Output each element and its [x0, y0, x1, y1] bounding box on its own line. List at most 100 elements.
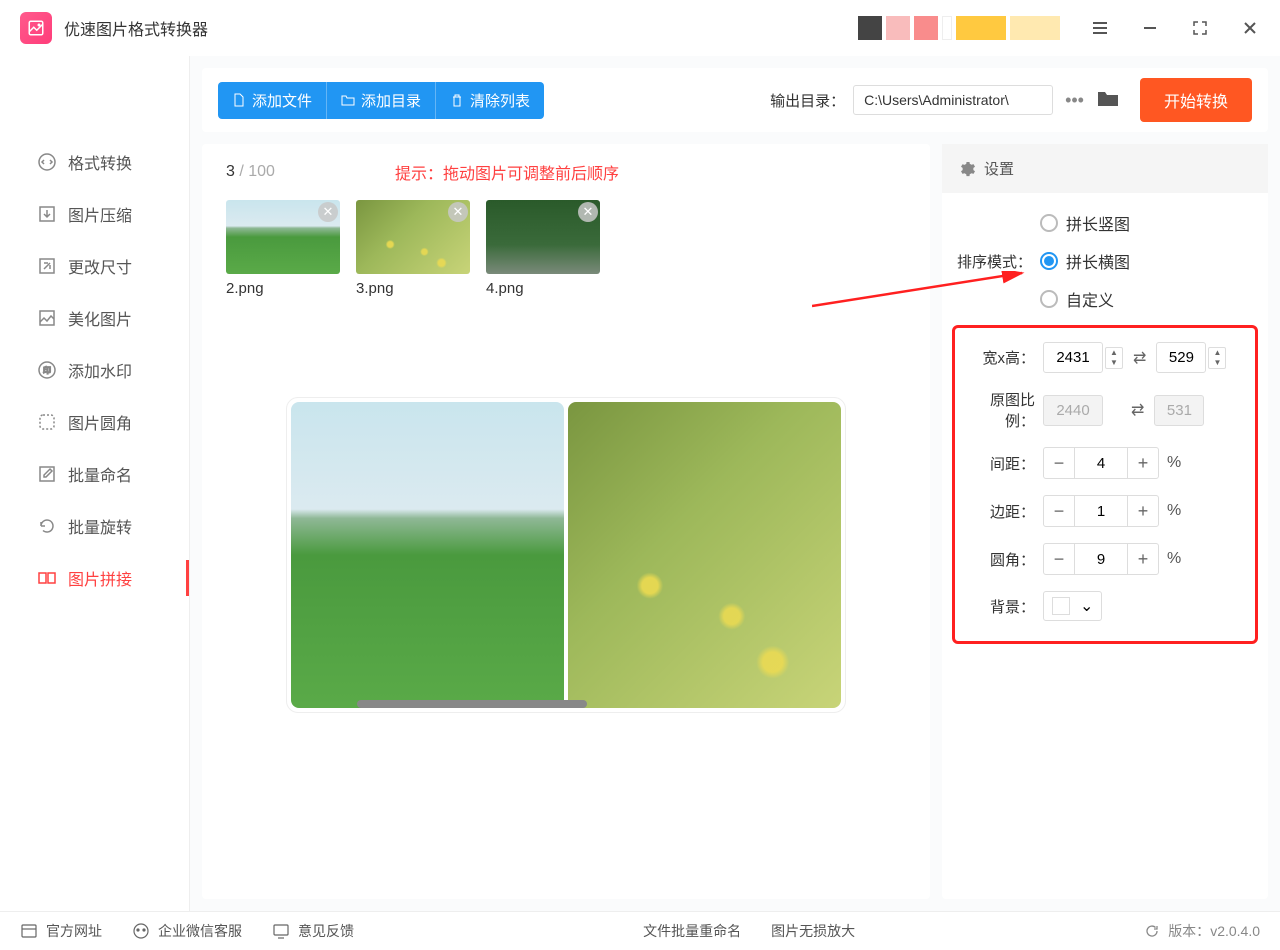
- thumbnail-item[interactable]: ✕ 4.png: [486, 200, 600, 297]
- width-input[interactable]: [1043, 342, 1103, 373]
- swap-icon[interactable]: ⇄: [1133, 348, 1146, 368]
- bg-label: 背景：: [963, 596, 1043, 617]
- mode-vertical-radio[interactable]: 拼长竖图: [1040, 211, 1130, 235]
- beautify-icon: [36, 307, 58, 329]
- app-logo: [20, 12, 52, 44]
- thumb-close-icon[interactable]: ✕: [578, 202, 598, 222]
- wh-label: 宽x高：: [963, 347, 1043, 368]
- sidebar-item-label: 图片压缩: [68, 202, 132, 226]
- gear-icon: [960, 161, 976, 177]
- sidebar-item-label: 更改尺寸: [68, 254, 132, 278]
- bg-color-select[interactable]: ⌄: [1043, 591, 1102, 621]
- rotate-icon: [36, 515, 58, 537]
- thumb-name: 4.png: [486, 280, 600, 297]
- sidebar-item-label: 添加水印: [68, 358, 132, 382]
- sidebar-item-beautify[interactable]: 美化图片: [0, 292, 189, 344]
- margin-plus[interactable]: +: [1128, 496, 1158, 526]
- batch-rename-link[interactable]: 文件批量重命名: [643, 921, 741, 941]
- settings-panel: 设置 排序模式： 拼长竖图 拼长横图 自定义 宽x高：: [942, 144, 1268, 899]
- mode-custom-radio[interactable]: 自定义: [1040, 287, 1130, 311]
- preview-scrollbar[interactable]: [357, 700, 587, 708]
- sidebar-item-label: 批量命名: [68, 462, 132, 486]
- ratio-label: 原图比例：: [963, 389, 1043, 431]
- clear-list-button[interactable]: 清除列表: [436, 82, 544, 119]
- chevron-down-icon: ⌄: [1080, 596, 1093, 616]
- sort-mode-label: 排序模式：: [952, 251, 1040, 272]
- radius-input[interactable]: [1074, 544, 1128, 574]
- sidebar-item-label: 图片拼接: [68, 566, 132, 590]
- fullscreen-icon[interactable]: [1190, 18, 1210, 38]
- lossless-upscale-link[interactable]: 图片无损放大: [771, 921, 855, 941]
- output-more-icon[interactable]: •••: [1061, 86, 1088, 115]
- thumb-name: 2.png: [226, 280, 340, 297]
- sidebar-item-rounded[interactable]: 图片圆角: [0, 396, 189, 448]
- sidebar-item-label: 图片圆角: [68, 410, 132, 434]
- sidebar-item-label: 批量旋转: [68, 514, 132, 538]
- feedback-link[interactable]: 意见反馈: [272, 921, 354, 941]
- mode-horizontal-radio[interactable]: 拼长横图: [1040, 249, 1130, 273]
- spacing-minus[interactable]: −: [1044, 448, 1074, 478]
- minimize-icon[interactable]: [1140, 18, 1160, 38]
- spacing-label: 间距：: [963, 453, 1043, 474]
- margin-minus[interactable]: −: [1044, 496, 1074, 526]
- spacing-plus[interactable]: +: [1128, 448, 1158, 478]
- settings-highlight: 宽x高： ▲▼ ⇄ ▲▼ 原图比例： ⇄: [952, 325, 1258, 644]
- folder-icon[interactable]: [1096, 88, 1120, 113]
- swap-icon: ⇄: [1131, 400, 1144, 420]
- settings-header: 设置: [942, 144, 1268, 193]
- image-counter: 3 / 100: [226, 163, 275, 181]
- image-list-panel: 3 / 100 提示：拖动图片可调整前后顺序 ✕ 2.png ✕ 3.png ✕…: [202, 144, 930, 899]
- stitch-preview[interactable]: [286, 397, 846, 713]
- rounded-icon: [36, 411, 58, 433]
- app-title: 优速图片格式转换器: [64, 16, 208, 40]
- sidebar-item-label: 美化图片: [68, 306, 132, 330]
- title-bar: 优速图片格式转换器: [0, 0, 1280, 56]
- toolbar: 添加文件 添加目录 清除列表 输出目录： ••• 开始转换: [202, 68, 1268, 132]
- sidebar-item-watermark[interactable]: 印 添加水印: [0, 344, 189, 396]
- sidebar-item-resize[interactable]: 更改尺寸: [0, 240, 189, 292]
- sidebar-item-rotate[interactable]: 批量旋转: [0, 500, 189, 552]
- spacing-input[interactable]: [1074, 448, 1128, 478]
- version-info[interactable]: 版本：v2.0.4.0: [1144, 921, 1260, 941]
- close-icon[interactable]: [1240, 18, 1260, 38]
- menu-icon[interactable]: [1090, 18, 1110, 38]
- sidebar-item-stitch[interactable]: 图片拼接: [0, 552, 189, 604]
- ratio-height: [1154, 395, 1204, 426]
- height-spinner[interactable]: ▲▼: [1208, 347, 1226, 369]
- add-file-button[interactable]: 添加文件: [218, 82, 327, 119]
- official-site-link[interactable]: 官方网址: [20, 921, 102, 941]
- footer: 官方网址 企业微信客服 意见反馈 文件批量重命名 图片无损放大 版本：v2.0.…: [0, 911, 1280, 950]
- sidebar-item-format[interactable]: 格式转换: [0, 136, 189, 188]
- title-extra: [858, 16, 1060, 40]
- margin-input[interactable]: [1074, 496, 1128, 526]
- width-spinner[interactable]: ▲▼: [1105, 347, 1123, 369]
- watermark-icon: 印: [36, 359, 58, 381]
- thumb-close-icon[interactable]: ✕: [448, 202, 468, 222]
- rename-icon: [36, 463, 58, 485]
- thumbnail-item[interactable]: ✕ 3.png: [356, 200, 470, 297]
- drag-hint: 提示：拖动图片可调整前后顺序: [395, 160, 619, 184]
- radius-plus[interactable]: +: [1128, 544, 1158, 574]
- output-dir-input[interactable]: [853, 85, 1053, 115]
- output-dir-label: 输出目录：: [770, 90, 845, 111]
- add-folder-button[interactable]: 添加目录: [327, 82, 436, 119]
- margin-label: 边距：: [963, 501, 1043, 522]
- compress-icon: [36, 203, 58, 225]
- start-convert-button[interactable]: 开始转换: [1140, 78, 1252, 122]
- convert-icon: [36, 151, 58, 173]
- ratio-width: [1043, 395, 1103, 426]
- sidebar: 格式转换 图片压缩 更改尺寸 美化图片 印 添加水印 图片圆角 批量命名 批量旋转…: [0, 56, 190, 911]
- resize-icon: [36, 255, 58, 277]
- sidebar-item-compress[interactable]: 图片压缩: [0, 188, 189, 240]
- thumbnail-item[interactable]: ✕ 2.png: [226, 200, 340, 297]
- radius-minus[interactable]: −: [1044, 544, 1074, 574]
- svg-text:印: 印: [43, 366, 51, 375]
- stitch-icon: [36, 567, 58, 589]
- height-input[interactable]: [1156, 342, 1206, 373]
- wechat-support-link[interactable]: 企业微信客服: [132, 921, 242, 941]
- refresh-icon: [1144, 923, 1160, 939]
- radius-label: 圆角：: [963, 549, 1043, 570]
- sidebar-item-rename[interactable]: 批量命名: [0, 448, 189, 500]
- thumb-close-icon[interactable]: ✕: [318, 202, 338, 222]
- thumb-name: 3.png: [356, 280, 470, 297]
